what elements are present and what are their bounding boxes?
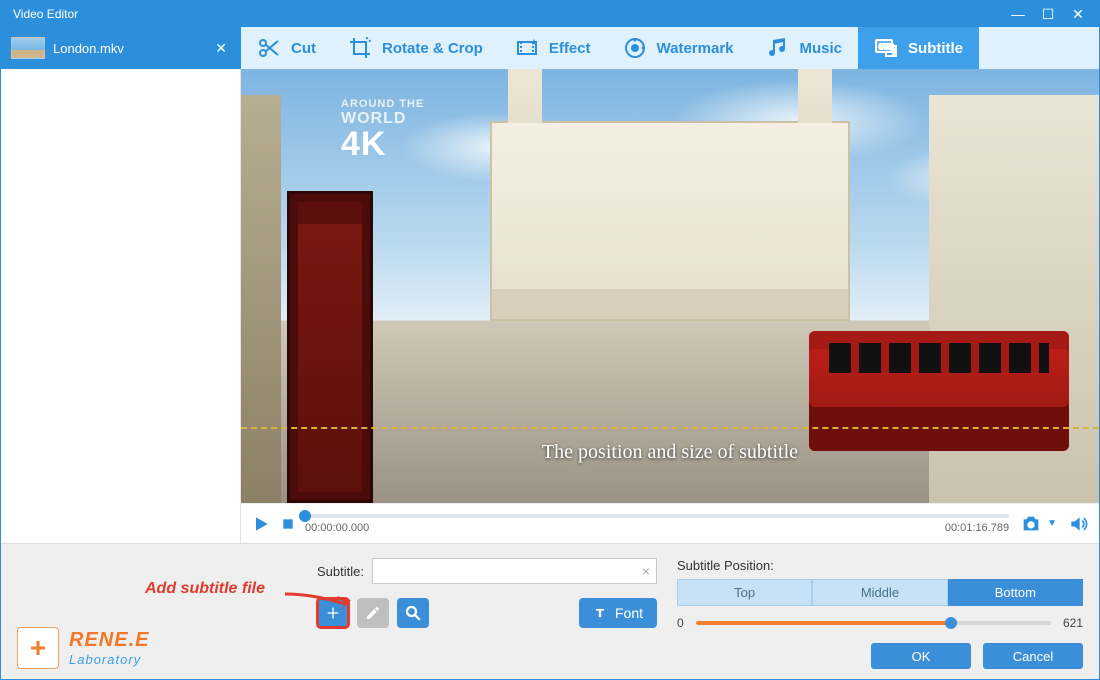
preview-area: AROUND THE WORLD 4K The position and siz… — [241, 69, 1099, 543]
file-tab-close-icon[interactable]: ✕ — [211, 40, 231, 57]
toolbar: Cut Rotate & Crop Effect Watermark — [241, 27, 1099, 69]
position-label: Subtitle Position: — [677, 558, 1083, 573]
close-button[interactable]: ✕ — [1063, 6, 1093, 23]
subtitle-icon: SUBT — [874, 36, 898, 60]
subtitle-overlay-text: The position and size of subtitle — [241, 441, 1099, 464]
subtitle-guide-line — [241, 427, 1099, 429]
svg-text:T: T — [891, 48, 896, 57]
subtitle-path-input[interactable]: × — [372, 558, 657, 584]
position-slider[interactable] — [696, 621, 1051, 625]
scissors-icon — [257, 36, 281, 60]
crop-rotate-icon — [348, 36, 372, 60]
footer-buttons: OK Cancel — [871, 643, 1083, 669]
tab-label: Effect — [549, 40, 591, 57]
position-opt-top[interactable]: Top — [677, 579, 812, 606]
tab-watermark[interactable]: Watermark — [607, 27, 750, 69]
ok-button[interactable]: OK — [871, 643, 971, 669]
tab-cut[interactable]: Cut — [241, 27, 332, 69]
window-title: Video Editor — [7, 7, 1003, 21]
tab-label: Watermark — [657, 40, 734, 57]
snapshot-dropdown-icon[interactable]: ▼ — [1047, 518, 1057, 529]
video-preview[interactable]: AROUND THE WORLD 4K The position and siz… — [241, 69, 1099, 503]
play-button[interactable] — [251, 514, 271, 534]
music-note-icon — [766, 36, 790, 60]
watermark-line3: 4K — [341, 127, 424, 163]
mid-area: AROUND THE WORLD 4K The position and siz… — [1, 69, 1099, 543]
app-window: Video Editor — ☐ ✕ London.mkv ✕ Cut — [0, 0, 1100, 680]
logo-badge-icon: + — [17, 627, 59, 669]
clear-input-icon[interactable]: × — [642, 563, 650, 579]
logo-line1: RENE.E — [69, 629, 149, 652]
cancel-button[interactable]: Cancel — [983, 643, 1083, 669]
seek-wrap: 00:00:00.000 00:01:16.789 — [305, 514, 1009, 534]
watermark-icon — [623, 36, 647, 60]
subtitle-controls: Subtitle: × Font — [317, 556, 657, 669]
search-subtitle-button[interactable] — [397, 598, 429, 628]
snapshot-button[interactable] — [1019, 513, 1043, 535]
playbar: 00:00:00.000 00:01:16.789 ▼ — [241, 503, 1099, 543]
tab-label: Subtitle — [908, 40, 963, 57]
top-row: London.mkv ✕ Cut Rotate & Crop — [1, 27, 1099, 69]
tab-label: Music — [800, 40, 843, 57]
volume-button[interactable] — [1067, 514, 1089, 534]
tab-subtitle[interactable]: SUBT Subtitle — [858, 27, 979, 69]
brand-logo: + RENE.E Laboratory — [17, 627, 149, 669]
video-watermark: AROUND THE WORLD 4K — [341, 99, 424, 163]
tab-rotate-crop[interactable]: Rotate & Crop — [332, 27, 499, 69]
tab-music[interactable]: Music — [750, 27, 859, 69]
slider-max: 621 — [1063, 616, 1083, 630]
slider-knob[interactable] — [945, 617, 957, 629]
file-tab[interactable]: London.mkv ✕ — [1, 27, 241, 69]
seek-track[interactable] — [305, 514, 1009, 518]
minimize-button[interactable]: — — [1003, 6, 1033, 22]
annotation-arrow-icon — [283, 590, 359, 610]
filmstrip-icon — [515, 36, 539, 60]
slider-min: 0 — [677, 616, 684, 630]
subtitle-label: Subtitle: — [317, 564, 364, 579]
sidebar — [1, 69, 241, 543]
bottom-left-col: Add subtitle file + RENE.E Laboratory — [17, 556, 297, 669]
edit-subtitle-button[interactable] — [357, 598, 389, 628]
tab-label: Rotate & Crop — [382, 40, 483, 57]
scene-painting: AROUND THE WORLD 4K The position and siz… — [241, 69, 1099, 503]
position-opt-bottom[interactable]: Bottom — [948, 579, 1083, 606]
time-total: 00:01:16.789 — [945, 522, 1009, 534]
position-opt-middle[interactable]: Middle — [812, 579, 947, 606]
file-name: London.mkv — [53, 41, 203, 56]
bottom-panel: Add subtitle file + RENE.E Laboratory Su… — [1, 543, 1099, 679]
font-button-label: Font — [615, 605, 643, 621]
time-current: 00:00:00.000 — [305, 522, 369, 534]
tab-effect[interactable]: Effect — [499, 27, 607, 69]
annotation-text: Add subtitle file — [145, 580, 265, 598]
logo-line2: Laboratory — [69, 652, 149, 667]
titlebar: Video Editor — ☐ ✕ — [1, 1, 1099, 27]
stop-button[interactable] — [281, 517, 295, 531]
file-thumb-icon — [11, 37, 45, 59]
watermark-line1: AROUND THE — [341, 99, 424, 111]
tab-label: Cut — [291, 40, 316, 57]
seek-knob[interactable] — [299, 510, 311, 522]
filetab-area: London.mkv ✕ — [1, 27, 241, 69]
font-button[interactable]: Font — [579, 598, 657, 628]
maximize-button[interactable]: ☐ — [1033, 6, 1063, 23]
position-segmented: Top Middle Bottom — [677, 579, 1083, 606]
